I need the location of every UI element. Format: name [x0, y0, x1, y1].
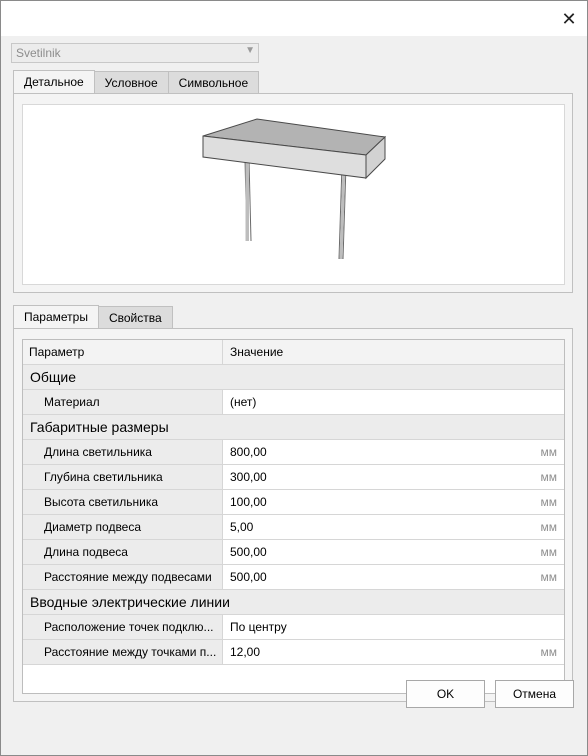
param-value-text: 500,00 — [230, 545, 267, 559]
param-value-text: 12,00 — [230, 645, 261, 659]
tab-conditional[interactable]: Условное — [93, 71, 169, 93]
param-name: Высота светильника — [23, 490, 223, 514]
table-row[interactable]: Расположение точек подклю... По центру — [23, 615, 564, 640]
table-row[interactable]: Глубина светильника 300,00 мм — [23, 465, 564, 490]
luminaire-3d-model — [202, 118, 387, 260]
param-unit: мм — [540, 570, 558, 584]
param-value-text: По центру — [230, 620, 287, 634]
grid-header: Параметр Значение — [23, 340, 564, 365]
param-unit: мм — [540, 470, 558, 484]
param-unit: мм — [540, 520, 558, 534]
param-unit: мм — [540, 445, 558, 459]
param-value[interactable]: 5,00 мм — [223, 515, 564, 539]
param-value[interactable]: 800,00 мм — [223, 440, 564, 464]
param-name: Длина подвеса — [23, 540, 223, 564]
view-tabs: Детальное Условное Символьное — [13, 70, 260, 94]
cancel-button[interactable]: Отмена — [495, 680, 574, 708]
parameters-panel: Параметр Значение Общие Материал (нет) Г… — [13, 328, 573, 702]
param-name: Расстояние между точками п... — [23, 640, 223, 664]
group-title: Габаритные размеры — [30, 419, 169, 435]
param-value[interactable]: 500,00 мм — [223, 540, 564, 564]
param-unit: мм — [540, 545, 558, 559]
param-name: Глубина светильника — [23, 465, 223, 489]
title-bar: ✕ — [1, 1, 587, 36]
param-unit: мм — [540, 645, 558, 659]
table-row[interactable]: Длина светильника 800,00 мм — [23, 440, 564, 465]
close-icon[interactable]: ✕ — [559, 9, 579, 29]
group-row[interactable]: Общие — [23, 365, 564, 390]
param-unit: мм — [540, 495, 558, 509]
param-value[interactable]: По центру — [223, 615, 564, 639]
table-row[interactable]: Расстояние между точками п... 12,00 мм — [23, 640, 564, 665]
family-select-value: Svetilnik — [16, 46, 61, 60]
group-title: Общие — [30, 369, 77, 385]
preview-panel — [13, 93, 573, 293]
ok-button[interactable]: OK — [406, 680, 485, 708]
group-title: Вводные электрические линии — [30, 594, 230, 610]
param-name: Диаметр подвеса — [23, 515, 223, 539]
dialog-window: ✕ Svetilnik ▼ Детальное Условное Символь… — [0, 0, 588, 756]
tab-detailed[interactable]: Детальное — [13, 70, 95, 94]
param-value-text: 5,00 — [230, 520, 254, 534]
param-value[interactable]: 300,00 мм — [223, 465, 564, 489]
params-tabs: Параметры Свойства — [13, 305, 173, 329]
group-row[interactable]: Вводные электрические линии — [23, 590, 564, 615]
param-value-text: (нет) — [230, 395, 257, 409]
param-name: Расстояние между подвесами — [23, 565, 223, 589]
param-value[interactable]: (нет) — [223, 390, 564, 414]
param-value[interactable]: 500,00 мм — [223, 565, 564, 589]
dialog-body: Svetilnik ▼ Детальное Условное Символьно… — [1, 36, 587, 755]
tab-parameters[interactable]: Параметры — [13, 305, 99, 329]
param-value-text: 300,00 — [230, 470, 267, 484]
chevron-down-icon: ▼ — [245, 45, 255, 56]
table-row[interactable]: Длина подвеса 500,00 мм — [23, 540, 564, 565]
column-header-value[interactable]: Значение — [223, 340, 564, 364]
param-value-text: 500,00 — [230, 570, 267, 584]
param-value[interactable]: 100,00 мм — [223, 490, 564, 514]
tab-symbolic[interactable]: Символьное — [167, 71, 260, 93]
tab-properties[interactable]: Свойства — [97, 306, 173, 328]
group-row[interactable]: Габаритные размеры — [23, 415, 564, 440]
param-name: Материал — [23, 390, 223, 414]
family-select[interactable]: Svetilnik ▼ — [11, 43, 259, 63]
table-row[interactable]: Расстояние между подвесами 500,00 мм — [23, 565, 564, 590]
param-value[interactable]: 12,00 мм — [223, 640, 564, 664]
param-value-text: 100,00 — [230, 495, 267, 509]
parameters-grid: Параметр Значение Общие Материал (нет) Г… — [22, 339, 565, 694]
param-name: Расположение точек подклю... — [23, 615, 223, 639]
column-header-param[interactable]: Параметр — [23, 340, 223, 364]
param-value-text: 800,00 — [230, 445, 267, 459]
table-row[interactable]: Диаметр подвеса 5,00 мм — [23, 515, 564, 540]
model-preview[interactable] — [22, 104, 565, 285]
param-name: Длина светильника — [23, 440, 223, 464]
table-row[interactable]: Материал (нет) — [23, 390, 564, 415]
table-row[interactable]: Высота светильника 100,00 мм — [23, 490, 564, 515]
